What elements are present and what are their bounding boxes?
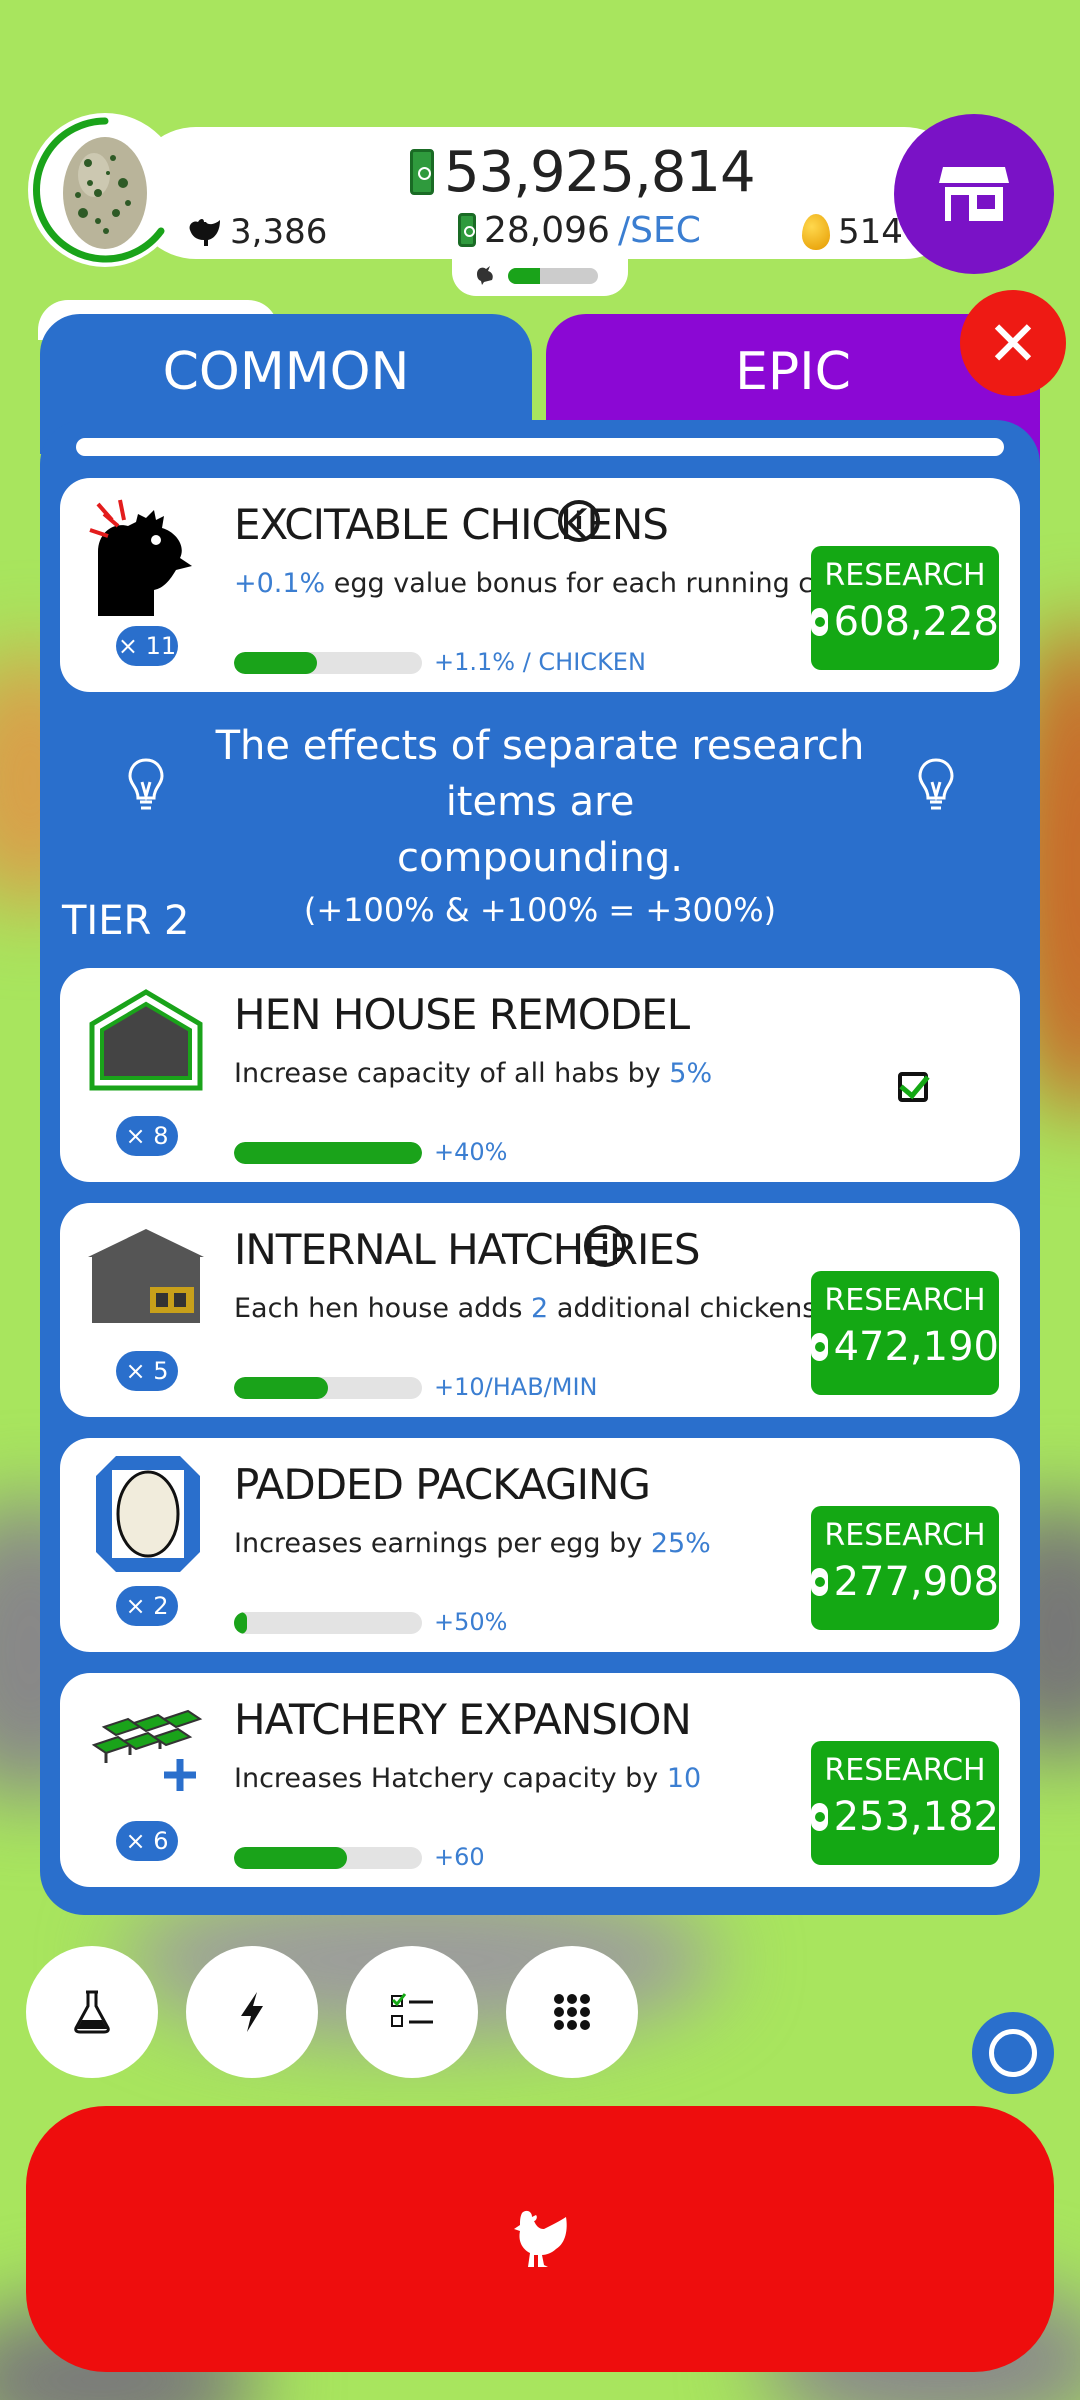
research-level: × 8 xyxy=(116,1116,178,1156)
close-button[interactable]: ✕ xyxy=(960,290,1066,396)
research-progress xyxy=(234,1847,422,1869)
research-card-hen-house-remodel: × 8 HEN HOUSE REMODEL Increase capacity … xyxy=(60,968,1020,1182)
research-progress xyxy=(234,1377,422,1399)
progress-fill xyxy=(234,1612,248,1634)
completed-check-icon xyxy=(898,1072,928,1102)
info-icon[interactable]: i xyxy=(584,1225,626,1267)
coin-icon xyxy=(811,1333,828,1361)
lightbulb-icon xyxy=(918,758,954,810)
boosts-button[interactable] xyxy=(186,1946,318,2078)
cash-icon xyxy=(410,149,434,195)
rate-unit: /SEC xyxy=(617,209,701,251)
progress-fill xyxy=(234,1377,328,1399)
hatchery-icon xyxy=(84,1217,208,1341)
golden-eggs-value: 514 xyxy=(838,212,903,252)
lightbulb-icon xyxy=(128,758,164,810)
coin-icon xyxy=(811,1803,828,1831)
research-bonus: +40% xyxy=(434,1138,508,1166)
chicken-count: 3,386 xyxy=(186,210,327,254)
overlay-toggle-button[interactable] xyxy=(972,2012,1054,2094)
flask-icon xyxy=(74,1990,110,2034)
research-progress xyxy=(234,1142,422,1164)
hen-house-icon xyxy=(84,982,208,1106)
hatchery-expansion-icon xyxy=(84,1687,208,1811)
egg-progress-ring xyxy=(33,117,165,263)
research-lab-button[interactable] xyxy=(26,1946,158,2078)
research-level: × 11 xyxy=(116,626,178,666)
research-level: × 5 xyxy=(116,1351,178,1391)
padded-egg-icon xyxy=(84,1452,208,1576)
research-button[interactable]: RESEARCH 472,190 xyxy=(811,1271,999,1395)
research-bonus: +1.1% / CHICKEN xyxy=(434,648,646,676)
research-level: × 2 xyxy=(116,1586,178,1626)
research-description: +0.1% egg value bonus for each running c… xyxy=(234,568,902,599)
circle-icon xyxy=(989,2029,1037,2077)
research-progress xyxy=(234,652,422,674)
checklist-icon xyxy=(391,1993,433,2027)
close-icon: ✕ xyxy=(987,306,1039,380)
tab-common-label: COMMON xyxy=(162,342,410,402)
research-bonus: +60 xyxy=(434,1843,485,1871)
research-title: EXCITABLE CHICKENS xyxy=(234,500,669,549)
research-title: PADDED PACKAGING xyxy=(234,1460,651,1509)
money-value: 53,925,814 xyxy=(444,139,756,205)
earnings-rate: 28,096/SEC xyxy=(458,208,701,252)
research-description: Increases Hatchery capacity by 10 xyxy=(234,1763,702,1794)
chicken-icon xyxy=(514,2210,567,2267)
research-cost: 608,228 xyxy=(833,599,999,645)
research-card-hatchery-expansion: × 6 HATCHERY EXPANSION Increases Hatcher… xyxy=(60,1673,1020,1887)
excited-chicken-icon xyxy=(84,492,208,616)
research-title: HATCHERY EXPANSION xyxy=(234,1695,692,1744)
money-display: 53,925,814 xyxy=(410,139,756,205)
bolt-icon xyxy=(241,1992,263,2032)
chicken-progress xyxy=(452,256,628,296)
chicken-count-value: 3,386 xyxy=(230,212,328,252)
tier-label: TIER 2 xyxy=(62,898,190,944)
research-card-internal-hatcheries: × 5 INTERNAL HATCHERIES i Each hen house… xyxy=(60,1203,1020,1417)
cash-icon xyxy=(458,213,476,247)
research-cost: 277,908 xyxy=(833,1559,999,1605)
progress-fill xyxy=(234,1847,347,1869)
research-bonus: +10/HAB/MIN xyxy=(434,1373,598,1401)
coin-icon xyxy=(811,1568,828,1596)
progress-fill xyxy=(234,1142,422,1164)
research-card-padded-packaging: × 2 PADDED PACKAGING Increases earnings … xyxy=(60,1438,1020,1652)
research-title: INTERNAL HATCHERIES xyxy=(234,1225,701,1274)
research-title: HEN HOUSE REMODEL xyxy=(234,990,690,1039)
research-card-excitable-chickens: × 11 EXCITABLE CHICKENS i +0.1% egg valu… xyxy=(60,478,1020,692)
research-cost: 472,190 xyxy=(833,1324,999,1370)
golden-egg-icon xyxy=(802,214,830,250)
progress-fill xyxy=(234,652,317,674)
research-level: × 6 xyxy=(116,1821,178,1861)
chick-icon xyxy=(474,262,498,292)
research-tip: The effects of separate research items a… xyxy=(215,723,865,929)
coin-icon xyxy=(811,608,828,636)
missions-button[interactable] xyxy=(346,1946,478,2078)
research-progress xyxy=(234,1612,422,1634)
scroll-indicator[interactable] xyxy=(76,438,1004,456)
research-button[interactable]: RESEARCH 253,182 xyxy=(811,1741,999,1865)
hatch-chicken-button[interactable] xyxy=(26,2106,1054,2372)
shop-icon xyxy=(939,167,1009,221)
rate-value: 28,096 xyxy=(484,209,610,251)
tab-epic-label: EPIC xyxy=(735,342,851,402)
research-button[interactable]: RESEARCH 277,908 xyxy=(811,1506,999,1630)
info-icon[interactable]: i xyxy=(558,500,600,542)
research-description: Increases earnings per egg by 25% xyxy=(234,1528,711,1559)
research-bonus: +50% xyxy=(434,1608,508,1636)
grid-icon xyxy=(554,1994,590,2030)
golden-eggs: 514 xyxy=(802,210,903,254)
shop-button[interactable] xyxy=(894,114,1054,274)
menu-button[interactable] xyxy=(506,1946,638,2078)
research-cost: 253,182 xyxy=(833,1794,999,1840)
chicken-icon xyxy=(189,219,220,246)
research-button[interactable]: RESEARCH 608,228 xyxy=(811,546,999,670)
research-description: Increase capacity of all habs by 5% xyxy=(234,1058,713,1089)
chicken-progress-fill xyxy=(508,268,540,284)
